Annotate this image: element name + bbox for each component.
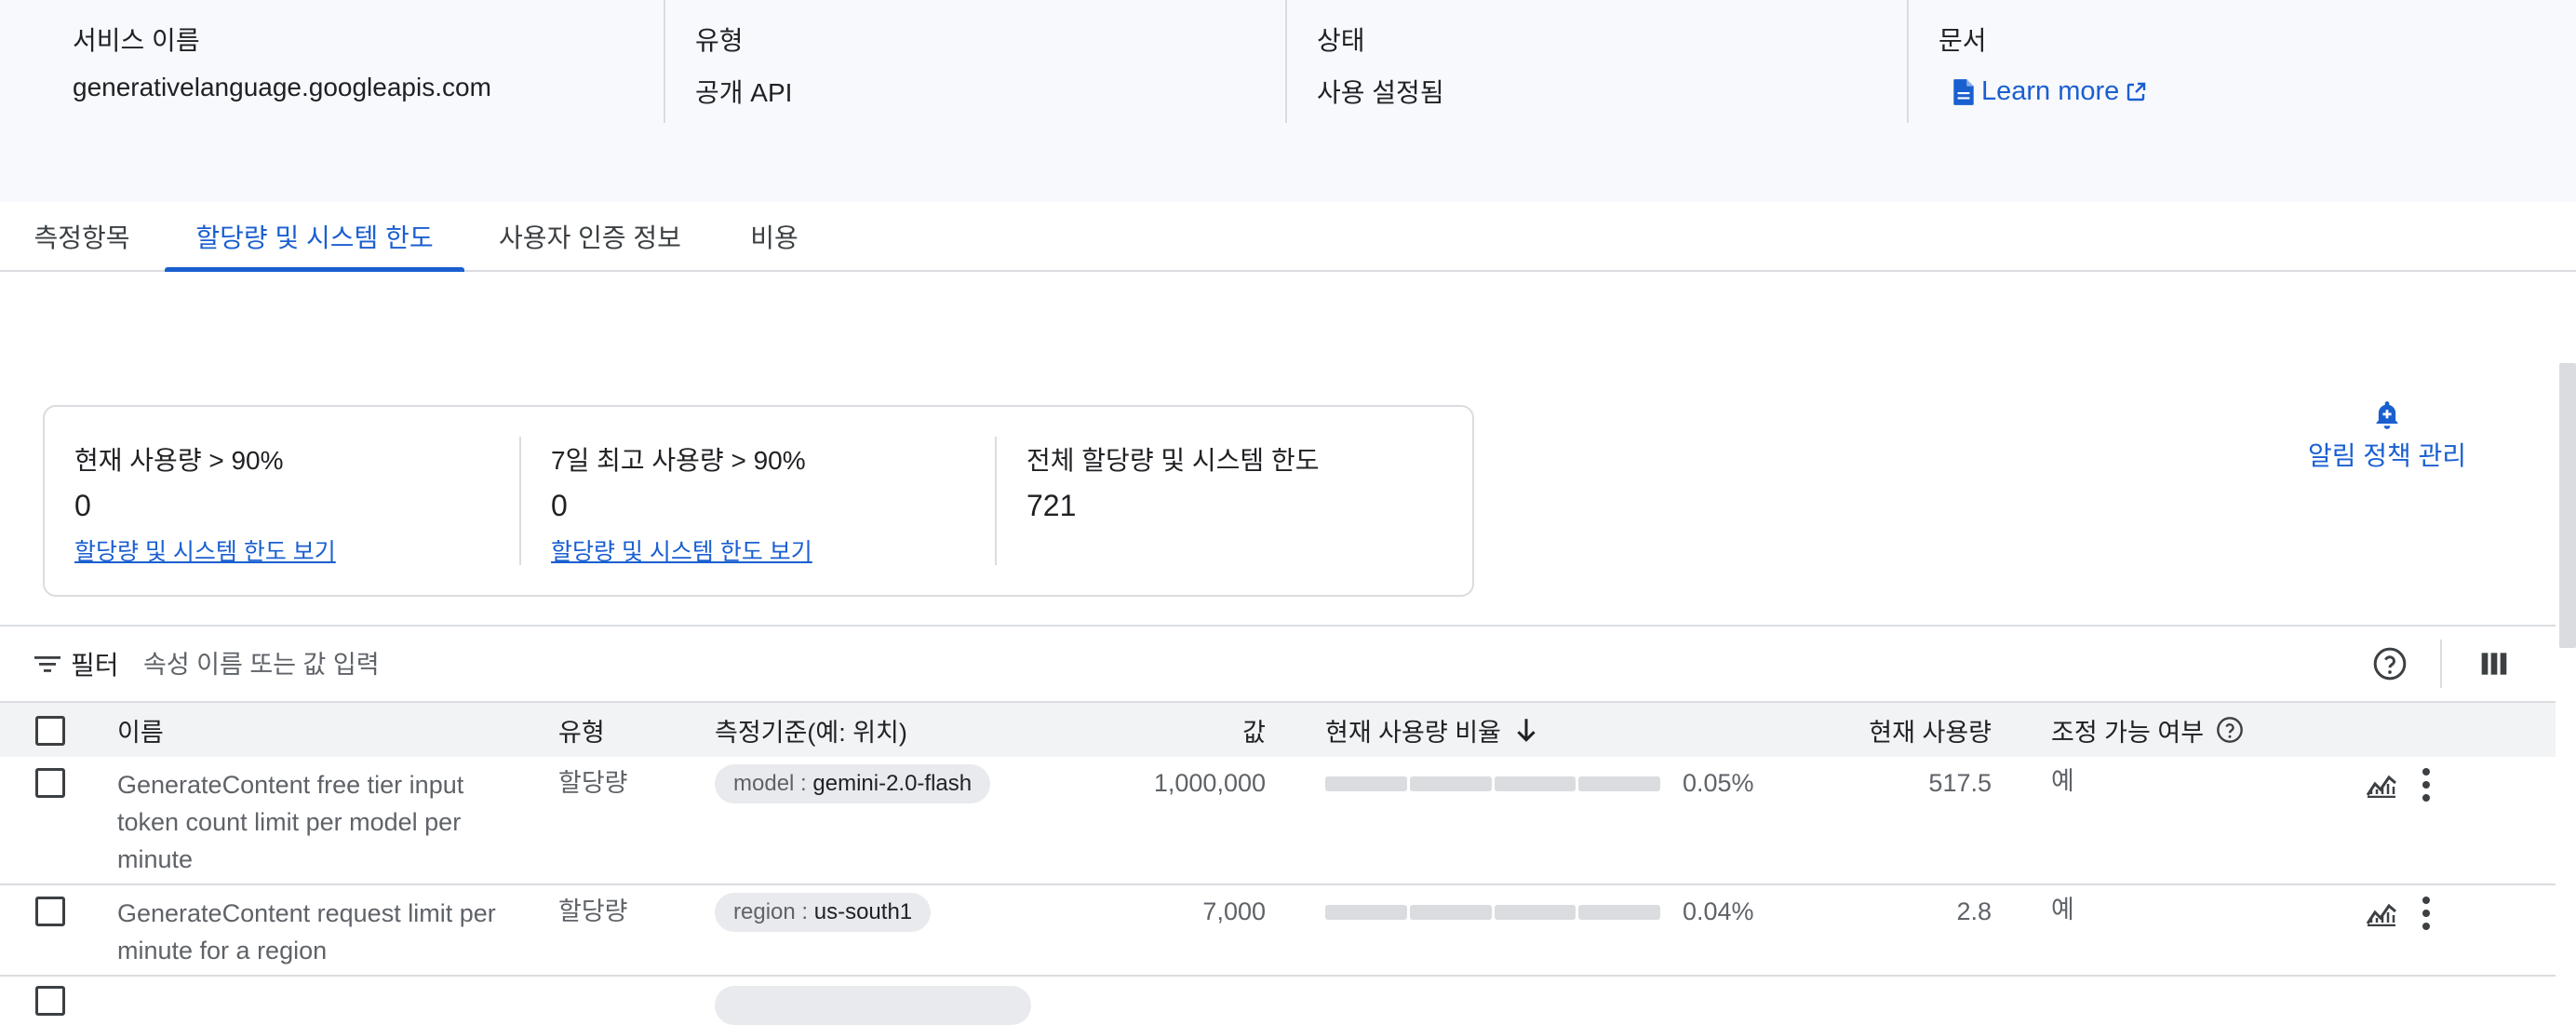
column-header-usage[interactable]: 현재 사용량 (1805, 703, 1992, 757)
service-docs-label: 문서 (1939, 26, 1987, 55)
service-status-value: 사용 설정됨 (1317, 78, 1444, 107)
usage-percent: 0.04% (1683, 897, 1754, 925)
manage-alert-policies-label: 알림 정책 관리 (2307, 441, 2467, 470)
monitoring-chart-icon[interactable] (2366, 898, 2397, 926)
column-display-button[interactable] (2475, 645, 2513, 682)
tab-cost[interactable]: 비용 (717, 202, 832, 270)
service-name-value: generativelanguage.googleapis.com (73, 73, 491, 101)
summary-title: 현재 사용량 > 90% (74, 446, 284, 475)
column-header-usage-pct[interactable]: 현재 사용량 비율 (1325, 703, 1538, 757)
column-picker-icon (2481, 653, 2507, 675)
summary-total-quotas: 전체 할당량 및 시스템 한도 721 (995, 437, 1471, 565)
column-header-value[interactable]: 값 (1024, 703, 1266, 757)
help-icon[interactable] (2215, 715, 2245, 745)
dimension-value: gemini-2.0-flash (812, 771, 973, 796)
filter-toolbar: 필터 (0, 627, 2556, 701)
current-usage: 517.5 (1928, 769, 1992, 797)
more-actions-icon[interactable] (2417, 766, 2435, 803)
column-header-dimension[interactable]: 측정기준(예: 위치) (715, 703, 907, 757)
filter-button[interactable]: 필터 (34, 645, 119, 682)
adjustable-value: 예 (2051, 767, 2074, 795)
tab-metrics[interactable]: 측정항목 (0, 202, 164, 270)
service-status-block: 상태 사용 설정됨 (1285, 0, 1908, 123)
service-type-block: 유형 공개 API (664, 0, 1286, 123)
quota-type: 할당량 (558, 897, 628, 925)
external-link-icon (2127, 82, 2146, 101)
row-checkbox[interactable] (35, 897, 65, 926)
row-checkbox[interactable] (35, 986, 65, 1016)
monitoring-chart-icon[interactable] (2366, 770, 2397, 798)
quota-name: GenerateContent free tier input token co… (117, 771, 464, 873)
quota-type: 할당량 (558, 769, 628, 797)
usage-percent: 0.05% (1683, 769, 1754, 797)
summary-current-usage: 현재 사용량 > 90% 0 할당량 및 시스템 한도 보기 (45, 407, 519, 595)
filter-input[interactable] (141, 643, 983, 686)
view-quotas-link[interactable]: 할당량 및 시스템 한도 보기 (74, 533, 336, 567)
dimension-chip (715, 986, 1031, 1025)
dimension-key: model : (733, 771, 807, 796)
filter-label: 필터 (71, 651, 119, 680)
table-header: 이름 유형 측정기준(예: 위치) 값 현재 사용량 비율 현재 사용량 조정 … (0, 701, 2556, 759)
select-all-checkbox[interactable] (35, 716, 65, 746)
view-quotas-link[interactable]: 할당량 및 시스템 한도 보기 (551, 533, 812, 567)
service-type-label: 유형 (695, 26, 744, 55)
add-alert-icon (2376, 401, 2398, 429)
service-info-panel: 서비스 이름 generativelanguage.googleapis.com… (0, 0, 2576, 202)
usage-progress-bar (1325, 905, 1660, 920)
arrow-down-icon (1517, 719, 1536, 742)
learn-more-label: Learn more (1981, 76, 2120, 106)
dimension-chip: region : us-south1 (715, 893, 932, 932)
quota-value: 7,000 (1202, 897, 1266, 925)
summary-value: 0 (551, 489, 568, 522)
service-docs-block: 문서 Learn more (1907, 0, 2467, 123)
tab-credentials[interactable]: 사용자 인증 정보 (465, 202, 715, 270)
summary-title: 7일 최고 사용량 > 90% (551, 446, 806, 475)
service-type-value: 공개 API (695, 78, 793, 107)
column-header-name[interactable]: 이름 (117, 703, 164, 757)
tab-bar: 측정항목 할당량 및 시스템 한도 사용자 인증 정보 비용 (0, 202, 2576, 272)
table-row[interactable]: GenerateContent request limit per minute… (0, 885, 2556, 977)
column-header-adjustable[interactable]: 조정 가능 여부 (2051, 703, 2245, 757)
help-button[interactable] (2371, 645, 2408, 682)
filter-icon (34, 656, 60, 672)
more-actions-icon[interactable] (2417, 895, 2435, 932)
toolbar-divider (2440, 640, 2442, 688)
page-scrollbar[interactable] (2559, 363, 2576, 648)
dimension-value: us-south1 (813, 899, 913, 924)
usage-progress-bar (1325, 776, 1660, 791)
summary-title: 전체 할당량 및 시스템 한도 (1026, 446, 1320, 475)
table-row[interactable] (0, 977, 2556, 1025)
quota-value: 1,000,000 (1153, 769, 1266, 797)
summary-value: 721 (1026, 489, 1077, 522)
service-name-label: 서비스 이름 (73, 26, 200, 55)
adjustable-value: 예 (2051, 896, 2074, 924)
column-header-type[interactable]: 유형 (558, 703, 605, 757)
current-usage: 2.8 (1956, 897, 1992, 925)
summary-value: 0 (74, 489, 91, 522)
tab-quotas[interactable]: 할당량 및 시스템 한도 (165, 202, 464, 272)
summary-peak-usage: 7일 최고 사용량 > 90% 0 할당량 및 시스템 한도 보기 (519, 437, 996, 565)
learn-more-link[interactable]: Learn more (1952, 76, 2147, 107)
usage-pct-header-label: 현재 사용량 비율 (1325, 718, 1501, 747)
row-checkbox[interactable] (35, 768, 65, 798)
dimension-chip: model : gemini-2.0-flash (715, 764, 991, 803)
adjustable-header-label: 조정 가능 여부 (2051, 718, 2205, 747)
help-icon (2373, 647, 2407, 681)
quota-name: GenerateContent request limit per minute… (117, 899, 496, 964)
dimension-key: region : (733, 899, 809, 924)
quota-summary-card: 현재 사용량 > 90% 0 할당량 및 시스템 한도 보기 7일 최고 사용량… (43, 405, 1474, 597)
manage-alert-policies-button[interactable]: 알림 정책 관리 (2299, 395, 2475, 479)
document-icon (1953, 78, 1974, 105)
service-name-block: 서비스 이름 generativelanguage.googleapis.com (43, 0, 664, 123)
service-status-label: 상태 (1317, 26, 1365, 55)
table-row[interactable]: GenerateContent free tier input token co… (0, 757, 2556, 885)
